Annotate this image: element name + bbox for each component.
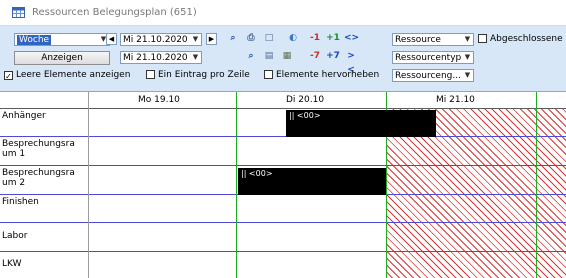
highlight-checkbox-label: Elemente hervorheben	[276, 70, 380, 80]
search-icon[interactable]: ⌕	[244, 49, 258, 63]
window-title: Ressourcen Belegungsplan (651)	[32, 7, 197, 18]
zoom-plus-7-button[interactable]: +7	[326, 49, 340, 63]
resource-row[interactable]: Labor	[0, 223, 566, 252]
chevron-down-icon: ▼	[464, 71, 471, 79]
chevron-down-icon: ▼	[464, 35, 471, 43]
resource-type-select-value: Ressourcentyp	[395, 53, 462, 63]
day-divider	[536, 92, 537, 278]
zoom-icon[interactable]: ⌕	[226, 31, 240, 45]
label-column-divider	[88, 92, 89, 278]
day-divider	[236, 92, 237, 278]
resource-label: LKW	[2, 259, 22, 269]
resource-group-select-value: Ressourceng...	[395, 71, 461, 81]
date-to-value: Mi 21.10.2020	[123, 53, 188, 63]
resource-row[interactable]: Besprechungsra um 1	[0, 137, 566, 166]
one-per-row-checkbox[interactable]: Ein Eintrag pro Zeile	[146, 69, 250, 81]
date-to-picker[interactable]: Mi 21.10.2020 ▼	[120, 51, 202, 64]
one-per-row-checkbox-label: Ein Eintrag pro Zeile	[158, 70, 250, 80]
checkbox-box[interactable]	[146, 70, 155, 79]
document-icon[interactable]: ▤	[262, 49, 276, 63]
resource-select[interactable]: Ressource ▼	[392, 33, 474, 46]
schedule-grid[interactable]: Mo 19.10 Di 20.10 Mi 21.10 Anhänger Besp…	[0, 92, 566, 278]
resource-label: Besprechungsra um 2	[2, 168, 75, 188]
resource-select-value: Ressource	[395, 35, 441, 45]
print-icon[interactable]: ⎙	[244, 31, 258, 45]
day-label-3: Mi 21.10	[436, 95, 475, 105]
zoom-minus-7-button[interactable]: -7	[308, 49, 322, 63]
grid-icon[interactable]: ▦	[280, 49, 294, 63]
timeline-header: Mo 19.10 Di 20.10 Mi 21.10	[0, 92, 566, 109]
booking-bar[interactable]: || <00>	[238, 168, 386, 195]
chevron-down-icon: ▼	[192, 53, 199, 61]
previous-date-button[interactable]: ◀	[106, 33, 117, 45]
closed-checkbox-label: Abgeschlossene	[490, 34, 563, 44]
next-date-button[interactable]: ▶	[206, 33, 217, 45]
refresh-icon[interactable]: ◐	[286, 31, 300, 45]
resource-row[interactable]: LKW	[0, 252, 566, 278]
page-icon[interactable]: □	[262, 31, 276, 45]
view-select-value: Woche	[17, 35, 52, 45]
chevron-down-icon: ▼	[192, 35, 199, 43]
chevron-down-icon: ▼	[464, 53, 471, 61]
date-from-value: Mi 21.10.2020	[123, 35, 188, 45]
resource-label: Labor	[2, 231, 28, 241]
calendar-icon	[12, 7, 25, 18]
day-label-1: Mo 19.10	[138, 95, 180, 105]
resource-type-select[interactable]: Ressourcentyp ▼	[392, 51, 474, 64]
checkbox-box[interactable]: ✓	[4, 71, 13, 81]
resource-label: Finishen	[2, 197, 39, 207]
checkbox-box[interactable]	[478, 34, 487, 43]
show-button[interactable]: Anzeigen	[14, 51, 110, 65]
day-label-2: Di 20.10	[286, 95, 325, 105]
date-from-picker[interactable]: Mi 21.10.2020 ▼	[120, 33, 202, 46]
show-empty-checkbox[interactable]: ✓ Leere Elemente anzeigen	[4, 69, 130, 81]
resource-label: Besprechungsra um 1	[2, 139, 75, 159]
resource-group-select[interactable]: Ressourceng... ▼	[392, 69, 474, 82]
highlight-checkbox[interactable]: Elemente hervorheben	[264, 69, 379, 81]
booking-bar[interactable]: || <00>	[286, 110, 436, 137]
resource-row[interactable]: Anhänger	[0, 109, 566, 137]
closed-checkbox[interactable]: Abgeschlossene	[478, 33, 563, 45]
collapse-icon[interactable]: ><	[344, 49, 358, 75]
resource-label: Anhänger	[2, 111, 46, 121]
resource-row[interactable]: Finishen	[0, 195, 566, 223]
expand-icon[interactable]: <>	[344, 31, 359, 45]
zoom-minus-1-button[interactable]: -1	[308, 31, 322, 45]
view-select[interactable]: Woche ▼	[14, 33, 110, 46]
show-empty-checkbox-label: Leere Elemente anzeigen	[16, 70, 131, 80]
checkbox-box[interactable]	[264, 70, 273, 79]
zoom-plus-1-button[interactable]: +1	[326, 31, 340, 45]
toolbar: Woche ▼ ◀ Mi 21.10.2020 ▼ ▶ ⌕ ⎙ □ ◐ -1 +…	[0, 26, 566, 92]
title-bar: Ressourcen Belegungsplan (651)	[0, 0, 566, 26]
